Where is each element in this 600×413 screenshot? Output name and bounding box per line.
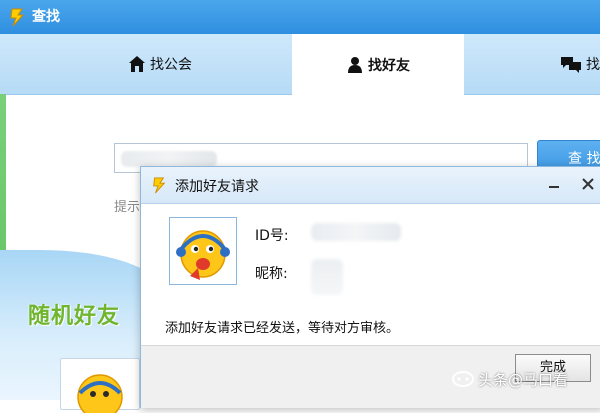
watermark: 头条@马口看	[452, 366, 568, 392]
tab-find-friend[interactable]: 找好友	[292, 34, 464, 95]
nickname-value-blurred	[311, 259, 343, 295]
tab-label: 找	[586, 57, 600, 73]
tab-label: 找公会	[150, 57, 192, 73]
dialog-title: 添加好友请求	[175, 179, 259, 195]
random-friend-card[interactable]	[60, 358, 140, 413]
home-icon	[129, 56, 145, 72]
blurred-text	[121, 151, 217, 167]
status-message: 添加好友请求已经发送，等待对方审核。	[165, 321, 400, 336]
person-icon	[348, 56, 362, 73]
hint-text: 提示	[114, 200, 141, 215]
avatar-icon	[176, 230, 230, 280]
random-friends-title: 随机好友	[28, 303, 121, 329]
tab-find-guild[interactable]: 找公会	[60, 34, 260, 94]
id-label: ID号:	[255, 228, 289, 244]
watermark-text: 头条@马口看	[478, 370, 569, 389]
tab-bar: 找公会 找好友 找	[0, 34, 600, 95]
qq-logo-icon	[10, 8, 25, 27]
qq-logo-icon	[153, 177, 166, 194]
tab-find-group[interactable]: 找	[520, 34, 600, 94]
nickname-label: 昵称:	[255, 266, 288, 282]
window-title: 查找	[32, 9, 60, 25]
chat-bubbles-icon	[561, 57, 581, 73]
minimize-icon[interactable]	[543, 173, 565, 195]
id-value-blurred	[311, 223, 401, 241]
watermark-logo-icon	[452, 371, 474, 387]
main-titlebar: 查找	[0, 0, 600, 35]
avatar	[169, 217, 237, 285]
tab-label: 找好友	[368, 57, 410, 74]
avatar-icon	[77, 374, 123, 413]
dialog-titlebar: 添加好友请求	[141, 167, 600, 204]
close-icon[interactable]	[577, 173, 599, 195]
